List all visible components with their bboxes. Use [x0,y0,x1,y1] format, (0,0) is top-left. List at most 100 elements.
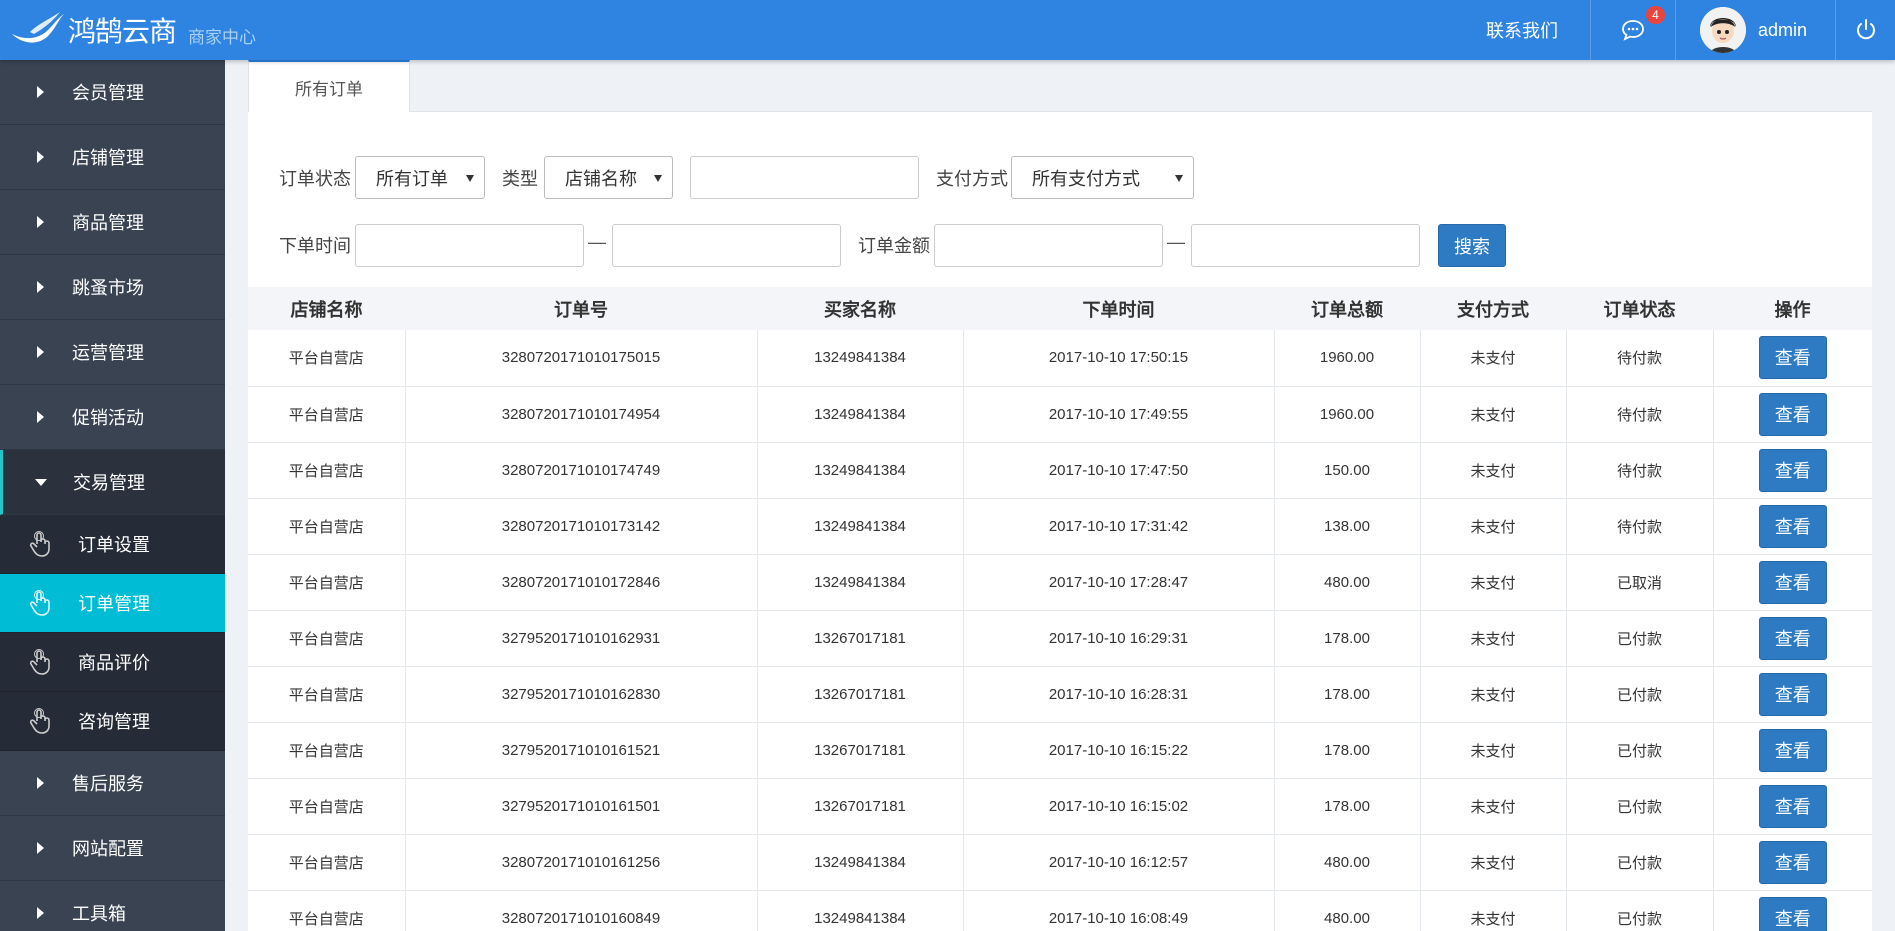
sidebar-item-label: 促销活动 [72,408,144,428]
buyer-name-cell: 13267017181 [757,610,964,667]
pointer-hand-icon [29,531,50,557]
sidebar-subitem-order-management[interactable]: 订单管理 [0,574,225,633]
sidebar-item-promotion[interactable]: 促销活动 [0,385,225,450]
pay-method-cell: 未支付 [1420,498,1567,555]
messages-button[interactable]: 4 [1590,0,1675,60]
sidebar-item-store[interactable]: 店铺管理 [0,125,225,190]
caret-down-icon [35,478,47,486]
caret-right-icon [37,151,44,163]
user-avatar-icon [1700,7,1746,53]
type-label: 类型 [502,169,538,189]
order-time-end-input[interactable] [612,224,841,267]
column-header: 下单时间 [963,287,1274,330]
view-order-button[interactable]: 查看 [1758,616,1827,660]
sidebar-item-label: 店铺管理 [72,148,144,168]
order-status-select[interactable]: 所有订单 [355,156,485,199]
sidebar-nav: 会员管理 店铺管理 商品管理 跳蚤市场 运营管理 促销活动 交易管理 订单设置 … [0,60,225,931]
view-order-button[interactable]: 查看 [1758,672,1827,716]
order-number-cell: 3280720171010175015 [405,330,758,387]
sidebar-item-label: 交易管理 [73,473,145,493]
search-button[interactable]: 搜索 [1438,224,1506,267]
chat-bubble-icon [1622,20,1644,41]
view-order-button[interactable]: 查看 [1758,728,1827,772]
sidebar-item-goods[interactable]: 商品管理 [0,190,225,255]
order-time-cell: 2017-10-10 16:15:02 [963,778,1275,835]
logo-subtitle: 商家中心 [188,27,257,47]
amount-min-input[interactable] [934,224,1163,267]
order-number-cell: 3280720171010172846 [405,554,758,611]
sidebar-item-label: 会员管理 [72,83,144,103]
view-order-button[interactable]: 查看 [1758,560,1827,604]
store-name-cell: 平台自营店 [248,610,406,667]
sidebar-item-label: 运营管理 [72,343,144,363]
sidebar-subitem-order-settings[interactable]: 订单设置 [0,515,225,574]
sidebar-item-operation[interactable]: 运营管理 [0,320,225,385]
pointer-hand-icon [29,708,50,734]
logo-text: 鸿鹄云商 [68,15,177,48]
store-name-cell: 平台自营店 [248,666,406,723]
pay-method-select[interactable]: 所有支付方式 [1011,156,1194,199]
logo[interactable]: 鸿鹄云商 商家中心 [8,8,256,52]
header-actions: 联系我们 4 admin [1486,0,1895,60]
order-total-cell: 178.00 [1274,666,1421,723]
order-time-cell: 2017-10-10 16:28:31 [963,666,1275,723]
logout-button[interactable] [1835,0,1895,60]
type-select[interactable]: 店铺名称 [544,156,673,199]
amount-max-input[interactable] [1191,224,1420,267]
sidebar-item-toolbox[interactable]: 工具箱 [0,881,225,931]
view-order-button[interactable]: 查看 [1758,840,1827,884]
caret-right-icon [37,842,44,854]
pay-method-cell: 未支付 [1420,778,1567,835]
order-status-cell: 已付款 [1566,890,1714,931]
tab-all-orders[interactable]: 所有订单 [248,60,410,112]
view-order-button[interactable]: 查看 [1758,336,1827,380]
orders-table: 店铺名称 订单号 买家名称 下单时间 订单总额 支付方式 订单状态 操作 平台自… [248,287,1872,931]
table-row: 平台自营店 3280720171010173142 13249841384 2017-… [248,498,1872,555]
order-time-start-input[interactable] [355,224,584,267]
order-total-cell: 178.00 [1274,610,1421,667]
order-total-cell: 1960.00 [1274,386,1421,443]
user-menu[interactable]: admin [1675,0,1835,60]
sidebar-item-member[interactable]: 会员管理 [0,60,225,125]
keyword-input[interactable] [690,156,919,199]
contact-us-link[interactable]: 联系我们 [1486,0,1590,60]
order-status-cell: 已付款 [1566,722,1714,779]
sidebar-subitem-goods-review[interactable]: 商品评价 [0,633,225,692]
sidebar-item-label: 跳蚤市场 [72,278,144,298]
sidebar-subitem-label: 咨询管理 [78,712,150,732]
sidebar-item-site-config[interactable]: 网站配置 [0,816,225,881]
action-cell: 查看 [1713,610,1872,667]
range-dash: — [1167,232,1185,252]
sidebar-subitem-consult[interactable]: 咨询管理 [0,692,225,751]
buyer-name-cell: 13249841384 [757,386,964,443]
view-order-button[interactable]: 查看 [1758,784,1827,828]
column-header: 店铺名称 [248,287,405,330]
message-count-badge: 4 [1646,6,1665,24]
action-cell: 查看 [1713,498,1872,555]
order-time-cell: 2017-10-10 17:49:55 [963,386,1275,443]
table-row: 平台自营店 3280720171010161256 13249841384 2017-… [248,834,1872,891]
view-order-button[interactable]: 查看 [1758,504,1827,548]
action-cell: 查看 [1713,722,1872,779]
dropdown-caret-icon [1175,175,1183,182]
table-row: 平台自营店 3279520171010161521 13267017181 2017-… [248,722,1872,779]
sidebar-item-flea-market[interactable]: 跳蚤市场 [0,255,225,320]
orders-panel: 订单状态 所有订单 类型 店铺名称 支付方式 所有支付方式 下单时间 — 订单金… [248,112,1872,931]
action-cell: 查看 [1713,778,1872,835]
sidebar-item-after-sale[interactable]: 售后服务 [0,751,225,816]
view-order-button[interactable]: 查看 [1758,448,1827,492]
sidebar-item-label: 工具箱 [72,904,126,924]
view-order-button[interactable]: 查看 [1758,896,1827,931]
tab-bar: 所有订单 [248,60,1872,112]
column-header: 订单状态 [1566,287,1713,330]
view-order-button[interactable]: 查看 [1758,392,1827,436]
filter-form: 订单状态 所有订单 类型 店铺名称 支付方式 所有支付方式 下单时间 — 订单金… [248,112,1872,287]
table-row: 平台自营店 3280720171010174749 13249841384 2017-… [248,442,1872,499]
store-name-cell: 平台自营店 [248,386,406,443]
pay-method-cell: 未支付 [1420,386,1567,443]
caret-right-icon [37,86,44,98]
sidebar-item-trade[interactable]: 交易管理 [0,450,225,515]
buyer-name-cell: 13249841384 [757,890,964,931]
column-header: 订单号 [405,287,757,330]
action-cell: 查看 [1713,554,1872,611]
